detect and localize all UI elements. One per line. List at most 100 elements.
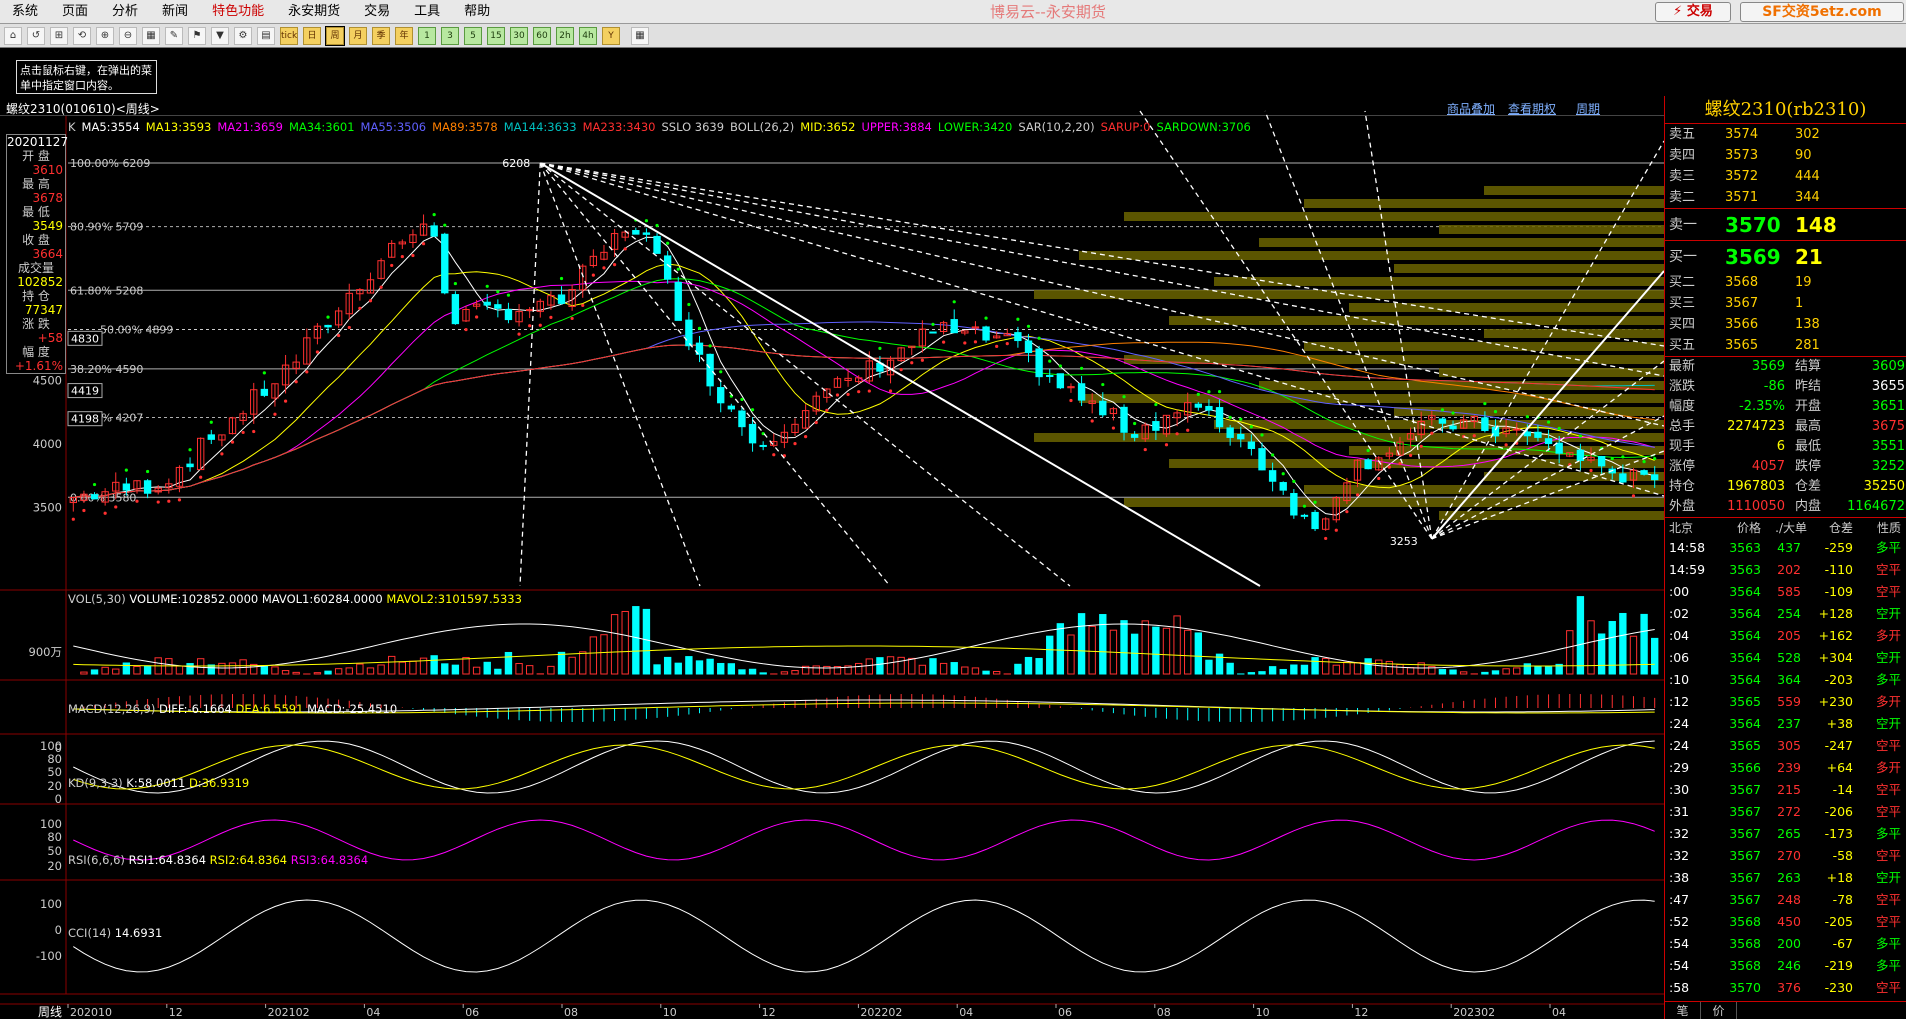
candle[interactable] [483, 301, 491, 306]
bid-level[interactable]: 买五 3565 281 [1665, 335, 1906, 356]
candle[interactable] [1046, 375, 1054, 378]
candle[interactable] [759, 444, 767, 447]
period-button-14[interactable]: Y [602, 26, 620, 45]
candle[interactable] [1290, 493, 1298, 516]
candle[interactable] [717, 387, 725, 404]
bid-level-1[interactable]: 买一 3569 21 [1665, 240, 1906, 272]
menu-item-8[interactable]: 帮助 [452, 0, 502, 24]
candle[interactable] [1077, 383, 1086, 401]
candle[interactable] [557, 294, 566, 304]
candle[interactable] [1619, 473, 1627, 483]
candle[interactable] [494, 304, 502, 309]
candle[interactable] [207, 434, 215, 440]
candle[interactable] [1364, 459, 1372, 470]
candle[interactable] [1268, 470, 1277, 482]
candle[interactable] [1449, 425, 1457, 430]
candle[interactable] [122, 483, 131, 491]
candle[interactable] [1279, 482, 1287, 491]
candle[interactable] [1035, 348, 1043, 378]
candle[interactable] [1152, 421, 1160, 431]
candle[interactable] [1311, 511, 1319, 530]
tab-ticks[interactable]: 笔 [1665, 1002, 1701, 1019]
period-button-12[interactable]: 2h [556, 26, 574, 45]
candle[interactable] [727, 405, 736, 410]
candle[interactable] [1555, 442, 1563, 454]
home-icon[interactable]: ⌂ [4, 26, 22, 45]
ask-level-1[interactable]: 卖一 3570 148 [1665, 208, 1906, 240]
bid-level[interactable]: 买三 3567 1 [1665, 293, 1906, 314]
settings-icon[interactable]: ⚙ [234, 26, 252, 45]
candle[interactable] [1651, 474, 1659, 481]
menu-item-1[interactable]: 页面 [50, 0, 100, 24]
candle[interactable] [632, 230, 640, 235]
candle[interactable] [1120, 406, 1128, 433]
candle[interactable] [748, 423, 757, 444]
candle[interactable] [642, 232, 651, 235]
candle[interactable] [1247, 441, 1256, 450]
ask-level[interactable]: 卖三 3572 444 [1665, 166, 1906, 187]
candle[interactable] [1194, 403, 1203, 408]
period-button-13[interactable]: 4h [579, 26, 597, 45]
grid-icon[interactable]: ⊞ [50, 26, 68, 45]
back-icon[interactable]: ↺ [27, 26, 45, 45]
candle[interactable] [1544, 438, 1553, 445]
period-button-1[interactable]: 日 [303, 26, 321, 45]
bid-level[interactable]: 买四 3566 138 [1665, 314, 1906, 335]
candle[interactable] [1056, 373, 1065, 389]
zoom-out-icon[interactable]: ⊖ [119, 26, 137, 45]
candle[interactable] [525, 309, 534, 312]
candle[interactable] [260, 388, 269, 396]
candle[interactable] [1576, 449, 1585, 461]
candle[interactable] [1481, 417, 1489, 431]
menu-item-6[interactable]: 交易 [352, 0, 402, 24]
ask-level[interactable]: 卖二 3571 344 [1665, 187, 1906, 208]
candle[interactable] [1438, 418, 1447, 424]
filter-icon[interactable]: ▼ [211, 26, 229, 45]
refresh-icon[interactable]: ⟲ [73, 26, 91, 45]
list-icon[interactable]: ▤ [257, 26, 275, 45]
flag-icon[interactable]: ⚑ [188, 26, 206, 45]
candle[interactable] [186, 463, 194, 468]
bid-level[interactable]: 买二 3568 19 [1665, 272, 1906, 293]
period-button-0[interactable]: tick [280, 26, 298, 45]
period-button-4[interactable]: 季 [372, 26, 390, 45]
ask-level[interactable]: 卖五 3574 302 [1665, 124, 1906, 145]
candle[interactable] [143, 480, 152, 494]
tab-price[interactable]: 价 [1701, 1002, 1737, 1019]
menu-item-7[interactable]: 工具 [402, 0, 452, 24]
candle[interactable] [1640, 470, 1648, 475]
candle[interactable] [504, 309, 513, 321]
candle[interactable] [1205, 405, 1213, 411]
candle[interactable] [1215, 407, 1224, 428]
candle[interactable] [430, 225, 438, 237]
candle[interactable] [324, 324, 332, 328]
candle[interactable] [685, 319, 693, 347]
menu-item-2[interactable]: 分析 [100, 0, 150, 24]
menu-item-5[interactable]: 永安期货 [276, 0, 352, 24]
candle[interactable] [674, 281, 682, 321]
candle[interactable] [451, 294, 460, 325]
candle[interactable] [706, 353, 714, 387]
candle[interactable] [90, 494, 99, 500]
candle[interactable] [929, 331, 937, 334]
candle[interactable] [1597, 456, 1606, 467]
ticks-list[interactable]: 14:58 3563 437 -259 多平 14:59 3563 202 -110 空平:00 3… [1665, 537, 1906, 999]
candle[interactable] [1237, 433, 1245, 440]
period-button-3[interactable]: 月 [349, 26, 367, 45]
period-button-7[interactable]: 3 [441, 26, 459, 45]
candle[interactable] [1258, 448, 1266, 471]
candle[interactable] [653, 235, 661, 254]
menu-item-0[interactable]: 系统 [0, 0, 50, 24]
menu-item-3[interactable]: 新闻 [150, 0, 200, 24]
ask-level[interactable]: 卖四 3573 90 [1665, 145, 1906, 166]
period-button-2[interactable]: 周 [325, 25, 345, 46]
zoom-in-icon[interactable]: ⊕ [96, 26, 114, 45]
candle[interactable] [1513, 428, 1521, 431]
candle[interactable] [982, 326, 990, 341]
candle[interactable] [950, 319, 958, 334]
trade-button[interactable]: ⚡ 交易 [1655, 2, 1731, 22]
period-button-8[interactable]: 5 [464, 26, 482, 45]
candle[interactable] [738, 410, 746, 428]
period-button-10[interactable]: 30 [510, 26, 528, 45]
period-button-11[interactable]: 60 [533, 26, 551, 45]
